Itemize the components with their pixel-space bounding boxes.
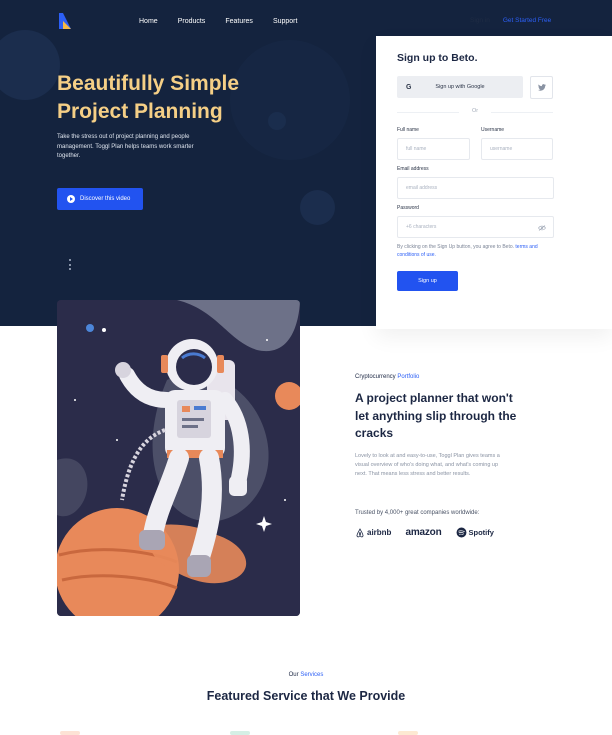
nav-home[interactable]: Home xyxy=(139,18,158,25)
google-signup-label: Sign up with Google xyxy=(435,84,485,90)
nav-features[interactable]: Features xyxy=(225,18,253,25)
airbnb-icon xyxy=(356,527,364,537)
hide-password-icon[interactable] xyxy=(538,225,546,231)
play-icon xyxy=(67,195,75,203)
email-label: Email address xyxy=(397,166,429,172)
astronaut-art xyxy=(57,300,300,616)
hero-title: Beautifully Simple Project Planning xyxy=(57,72,240,123)
nav-products[interactable]: Products xyxy=(178,18,206,25)
services-title: Featured Service that We Provide xyxy=(206,689,406,703)
main-nav: Home Products Features Support xyxy=(139,18,317,25)
services-eyebrow-dark: Our xyxy=(288,672,299,678)
hero-subtitle: Take the stress out of project planning … xyxy=(57,134,194,159)
terms-prefix: By clicking on the Sign Up button, you a… xyxy=(397,244,515,250)
beto-logo[interactable] xyxy=(57,13,71,29)
carousel-dots[interactable] xyxy=(69,259,71,270)
fullname-label: Full name xyxy=(397,127,419,133)
signup-button[interactable]: Sign up xyxy=(397,271,458,291)
signin-link[interactable]: Sign in xyxy=(470,17,490,24)
auth-links: Sign in Get Started Free xyxy=(470,17,551,24)
spotify-text: Spotify xyxy=(468,528,494,537)
get-started-link[interactable]: Get Started Free xyxy=(503,17,551,24)
password-label: Password xyxy=(397,205,419,211)
airbnb-text: airbnb xyxy=(367,528,392,537)
brand-logos: airbnb amazon Spotify xyxy=(355,527,494,538)
service-icon-peek xyxy=(398,731,418,735)
dot[interactable] xyxy=(69,263,71,266)
username-label: Username xyxy=(481,127,505,133)
amazon-logo: amazon xyxy=(405,527,441,538)
dot[interactable] xyxy=(69,268,71,270)
discover-video-label: Discover this video xyxy=(80,196,131,202)
spotify-icon xyxy=(456,527,466,538)
service-icon-peek xyxy=(60,731,80,735)
password-input[interactable] xyxy=(397,216,554,238)
feature-eyebrow-dark: Cryptocurrency xyxy=(355,374,396,380)
services-eyebrow: Our Services xyxy=(0,672,612,678)
twitter-icon xyxy=(537,84,546,91)
airbnb-logo: airbnb xyxy=(355,527,392,538)
or-divider: Or xyxy=(397,108,553,114)
signup-title: Sign up to Beto. xyxy=(397,52,478,64)
feature-description: Lovely to look at and easy-to-use, Toggl… xyxy=(355,453,500,477)
trusted-text: Trusted by 4,000+ great companies worldw… xyxy=(355,510,480,516)
discover-video-button[interactable]: Discover this video xyxy=(57,188,143,210)
google-icon: G xyxy=(406,83,412,91)
amazon-text: amazon xyxy=(405,527,442,538)
google-signup-button[interactable]: G Sign up with Google xyxy=(397,76,523,98)
feature-eyebrow: Cryptocurrency Portfolio xyxy=(355,374,419,380)
services-eyebrow-blue: Services xyxy=(300,672,324,678)
username-input[interactable] xyxy=(481,138,553,160)
dot[interactable] xyxy=(69,259,71,261)
astronaut-illustration xyxy=(57,300,300,616)
spotify-logo: Spotify xyxy=(456,527,494,538)
signup-card: Sign up to Beto. G Sign up with Google O… xyxy=(376,36,612,329)
email-input[interactable] xyxy=(397,177,554,199)
nav-support[interactable]: Support xyxy=(273,18,298,25)
terms-text: By clicking on the Sign Up button, you a… xyxy=(397,243,555,259)
feature-title: A project planner that won't let anythin… xyxy=(355,391,517,440)
twitter-signup-button[interactable] xyxy=(530,76,553,99)
feature-eyebrow-blue: Portfolio xyxy=(397,374,420,380)
fullname-input[interactable] xyxy=(397,138,470,160)
service-icon-peek xyxy=(230,731,250,735)
